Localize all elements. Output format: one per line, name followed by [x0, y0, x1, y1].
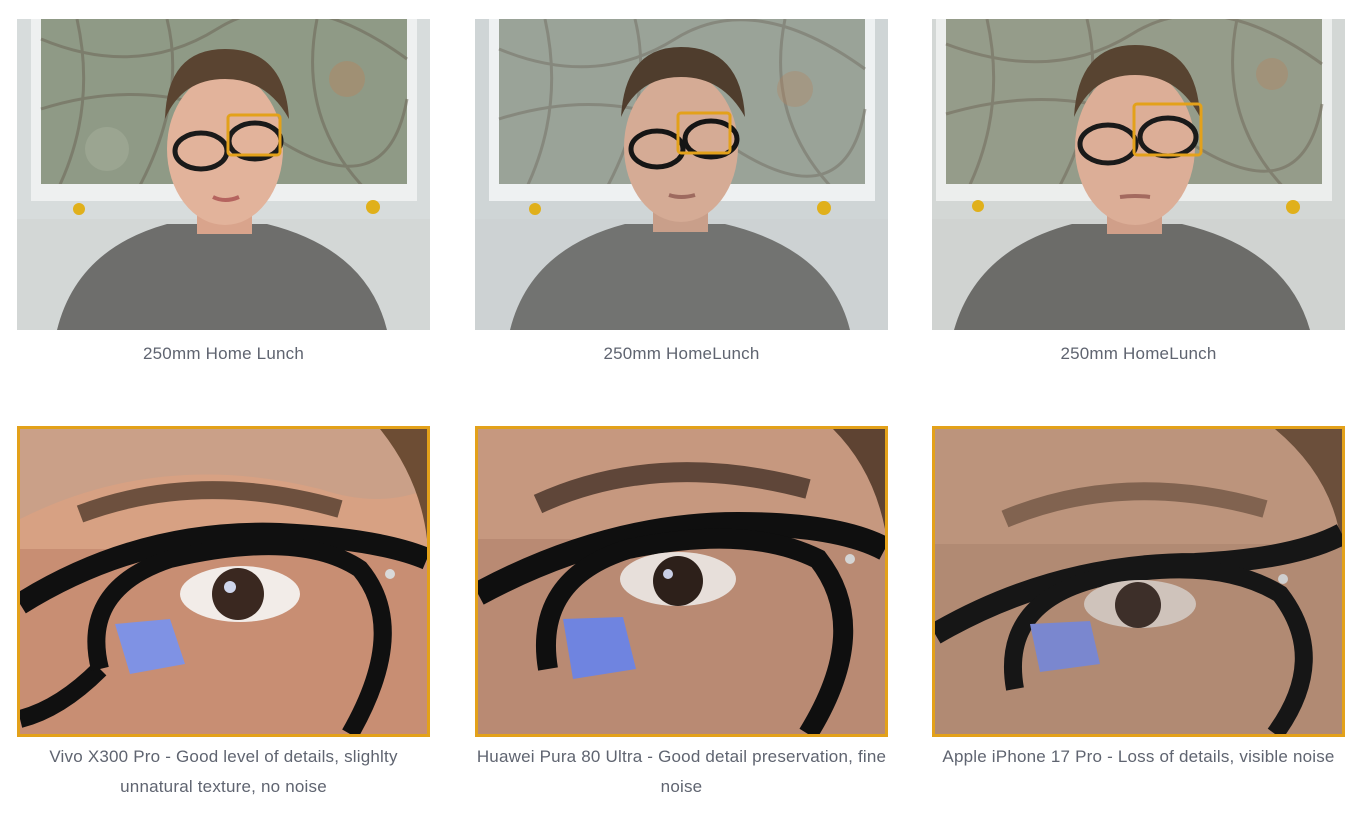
- crop-caption: Apple iPhone 17 Pro - Loss of details, v…: [942, 747, 1335, 766]
- photo-comparison-grid: 250mm Home Lunch 250mm HomeLunch 250mm H…: [0, 0, 1362, 832]
- crop-caption: Vivo X300 Pro - Good level of details, s…: [49, 747, 398, 796]
- crop-photo[interactable]: [17, 426, 430, 737]
- portrait-caption: 250mm Home Lunch: [143, 344, 304, 363]
- portrait-photo[interactable]: [475, 19, 888, 330]
- crop-photo[interactable]: [475, 426, 888, 737]
- crop-caption: Huawei Pura 80 Ultra - Good detail prese…: [476, 747, 887, 796]
- portrait-caption: 250mm HomeLunch: [603, 344, 760, 363]
- portrait-photo[interactable]: [17, 19, 430, 330]
- portrait-caption: 250mm HomeLunch: [1060, 344, 1217, 363]
- crop-photo[interactable]: [932, 426, 1345, 737]
- portrait-photo[interactable]: [932, 19, 1345, 330]
